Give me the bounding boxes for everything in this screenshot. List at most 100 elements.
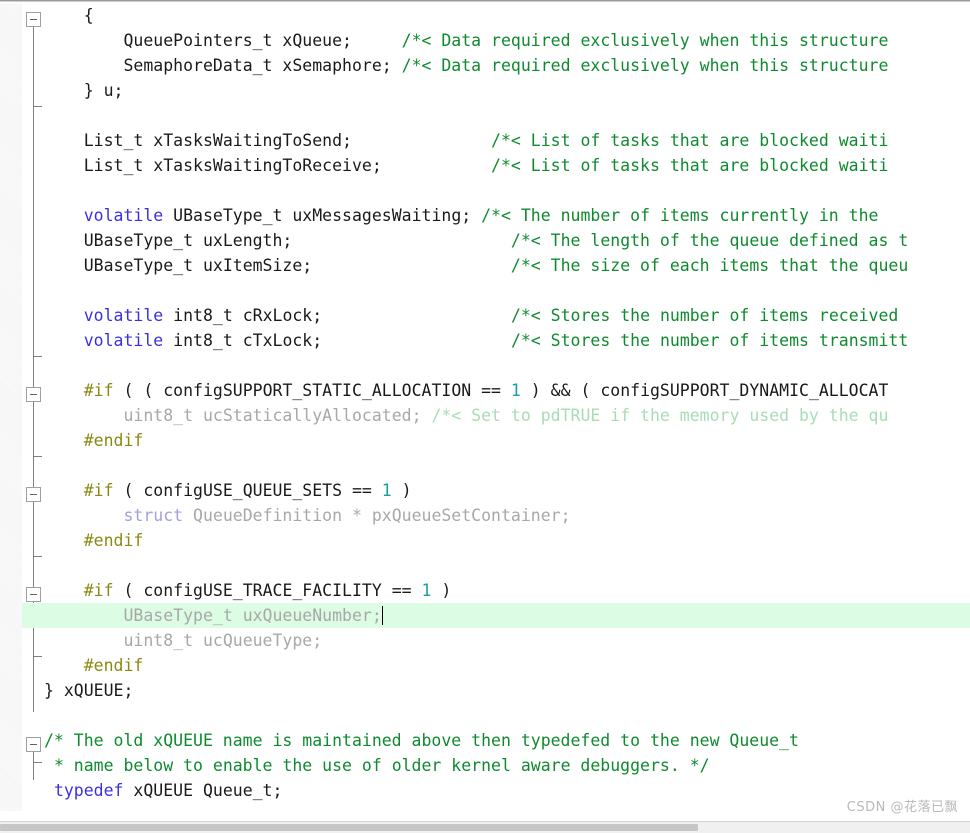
code-line[interactable]: SemaphoreData_t xSemaphore; /*< Data req… <box>44 53 970 78</box>
code-token: ( ( configSUPPORT_STATIC_ALLOCATION == <box>113 381 511 400</box>
code-line[interactable]: List_t xTasksWaitingToSend; /*< List of … <box>44 128 970 153</box>
code-token: #if <box>83 481 114 500</box>
code-line[interactable]: typedef xQUEUE Queue_t; <box>44 778 970 803</box>
code-token: ) <box>391 481 412 500</box>
code-token: volatile <box>83 306 164 325</box>
code-token: UBaseType_t uxItemSize; <box>83 256 313 275</box>
code-token: 1 <box>381 481 392 500</box>
folding-gutter[interactable] <box>0 3 23 811</box>
code-line[interactable]: UBaseType_t uxLength; /*< The length of … <box>44 228 970 253</box>
code-line[interactable]: volatile int8_t cTxLock; /*< Stores the … <box>44 328 970 353</box>
code-token: #endif <box>83 531 144 550</box>
code-token: struct <box>123 506 184 525</box>
text-caret <box>381 606 383 625</box>
code-token: QueuePointers_t xQueue; <box>123 31 352 50</box>
fold-end-tick <box>33 556 42 557</box>
code-line[interactable]: UBaseType_t uxItemSize; /*< The size of … <box>44 253 970 278</box>
code-line[interactable]: uint8_t ucStaticallyAllocated; /*< Set t… <box>44 403 970 428</box>
code-token: } xQUEUE; <box>44 681 134 700</box>
code-token: /*< The size of each items that the queu <box>510 256 909 275</box>
fold-collapse-icon[interactable] <box>26 12 41 27</box>
code-text-area[interactable]: { QueuePointers_t xQueue; /*< Data requi… <box>44 3 970 811</box>
code-line[interactable]: } xQUEUE; <box>44 678 970 703</box>
code-token: QueueDefinition * pxQueueSetContainer; <box>183 506 571 525</box>
code-token: #if <box>83 581 114 600</box>
code-line[interactable]: * name below to enable the use of older … <box>44 753 970 778</box>
code-line[interactable] <box>44 353 970 378</box>
code-line[interactable]: struct QueueDefinition * pxQueueSetConta… <box>44 503 970 528</box>
fold-collapse-icon[interactable] <box>26 737 41 752</box>
code-line[interactable]: #if ( ( configSUPPORT_STATIC_ALLOCATION … <box>44 378 970 403</box>
code-token: volatile <box>83 206 164 225</box>
code-line[interactable]: volatile int8_t cRxLock; /*< Stores the … <box>44 303 970 328</box>
code-token: /*< The number of items currently in the <box>481 206 879 225</box>
code-token: ( configUSE_TRACE_FACILITY == <box>113 581 422 600</box>
fold-end-tick <box>33 456 42 457</box>
code-token: /*< List of tasks that are blocked waiti <box>491 131 889 150</box>
code-token: volatile <box>83 331 164 350</box>
code-token: } u; <box>83 81 124 100</box>
fold-collapse-icon[interactable] <box>26 487 41 502</box>
code-line[interactable]: /* The old xQUEUE name is maintained abo… <box>44 728 970 753</box>
code-line[interactable]: UBaseType_t uxQueueNumber; <box>44 603 970 628</box>
fold-end-tick <box>33 356 42 357</box>
code-line[interactable]: { <box>44 3 970 28</box>
code-line[interactable] <box>44 553 970 578</box>
code-line[interactable] <box>44 278 970 303</box>
code-line[interactable]: #endif <box>44 528 970 553</box>
code-line[interactable]: #if ( configUSE_TRACE_FACILITY == 1 ) <box>44 578 970 603</box>
code-token: List_t xTasksWaitingToSend; <box>83 131 352 150</box>
code-token: /*< Data required exclusively when this … <box>401 31 889 50</box>
code-editor[interactable]: { QueuePointers_t xQueue; /*< Data requi… <box>0 0 970 833</box>
code-line[interactable]: uint8_t ucQueueType; <box>44 628 970 653</box>
code-line[interactable]: #endif <box>44 653 970 678</box>
code-line[interactable] <box>44 703 970 728</box>
code-token: /*< Data required exclusively when this … <box>401 56 889 75</box>
fold-collapse-icon[interactable] <box>26 387 41 402</box>
code-token: #if <box>83 381 114 400</box>
code-line[interactable]: #if ( configUSE_QUEUE_SETS == 1 ) <box>44 478 970 503</box>
code-line[interactable]: QueuePointers_t xQueue; /*< Data require… <box>44 28 970 53</box>
code-token: /*< Stores the number of items transmitt <box>510 331 909 350</box>
code-token: 1 <box>421 581 432 600</box>
code-line[interactable]: List_t xTasksWaitingToReceive; /*< List … <box>44 153 970 178</box>
code-token: UBaseType_t uxQueueNumber; <box>123 606 382 625</box>
code-line[interactable]: } u; <box>44 78 970 103</box>
code-token: ) && ( configSUPPORT_DYNAMIC_ALLOCAT <box>520 381 889 400</box>
fold-collapse-icon[interactable] <box>26 587 41 602</box>
code-token: ( configUSE_QUEUE_SETS == <box>113 481 382 500</box>
code-line[interactable] <box>44 178 970 203</box>
code-token: /*< Stores the number of items received <box>510 306 909 325</box>
code-line[interactable] <box>44 103 970 128</box>
code-token: /*< List of tasks that are blocked waiti <box>491 156 889 175</box>
code-line[interactable]: #endif <box>44 428 970 453</box>
code-line[interactable]: volatile UBaseType_t uxMessagesWaiting; … <box>44 203 970 228</box>
horizontal-scrollbar[interactable] <box>0 821 970 833</box>
code-token: { <box>83 6 94 25</box>
code-line[interactable] <box>44 453 970 478</box>
horizontal-scrollbar-thumb[interactable] <box>0 824 699 831</box>
code-token: uint8_t ucQueueType; <box>123 631 323 650</box>
